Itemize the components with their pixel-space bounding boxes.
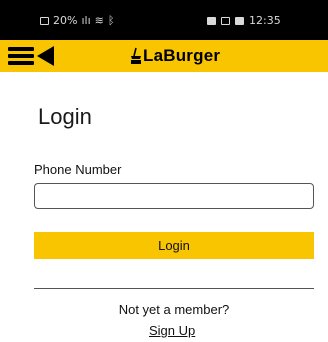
battery-icon (40, 16, 49, 25)
divider (34, 288, 314, 289)
logo-mark-icon (131, 47, 141, 64)
wifi-icon: ≋ (94, 14, 104, 27)
signal-icon: ılı (81, 14, 91, 27)
menu-line (8, 54, 34, 58)
image-icon (235, 16, 244, 25)
status-left: 20% ılı ≋ ᛒ (40, 14, 114, 27)
status-time: 12:35 (249, 14, 281, 27)
menu-line (8, 47, 34, 51)
menu-line (8, 61, 34, 65)
phone-number-input[interactable] (34, 183, 314, 209)
status-right: 12:35 (207, 14, 281, 27)
back-arrow-icon[interactable] (37, 46, 54, 66)
notification-icon (207, 16, 216, 25)
signup-prompt: Not yet a member? (118, 302, 230, 317)
app-logo-text: LaBurger (143, 46, 221, 65)
app-logo: LaBurger (130, 45, 220, 67)
battery-percent: 20% (53, 14, 78, 27)
bluetooth-icon: ᛒ (107, 14, 115, 27)
phone-number-label: Phone Number (34, 162, 122, 177)
signup-link[interactable]: Sign Up (149, 323, 195, 338)
page-title: Login (38, 104, 92, 129)
screen-icon (221, 16, 230, 25)
hamburger-menu-icon[interactable] (8, 47, 34, 66)
login-button[interactable]: Login (34, 232, 314, 259)
status-bar: 20% ılı ≋ ᛒ 12:35 (0, 0, 328, 40)
app-bar: LaBurger (0, 40, 328, 72)
